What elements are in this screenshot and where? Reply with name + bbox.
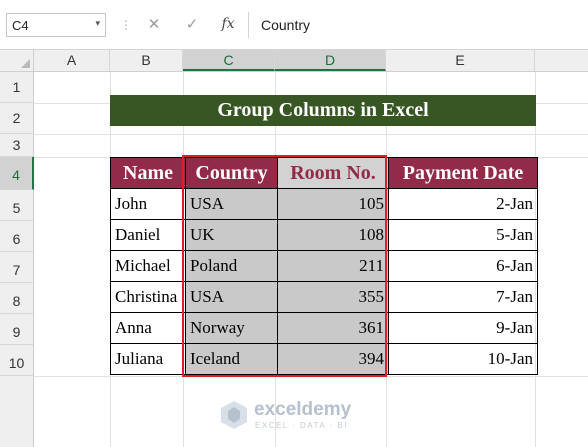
cell-name[interactable]: Daniel [110, 219, 186, 251]
column-header-e[interactable]: E [386, 50, 535, 71]
table-row: Juliana Iceland 394 10-Jan [110, 343, 538, 375]
cell-room-no[interactable]: 211 [277, 250, 389, 282]
cell-room-no[interactable]: 105 [277, 188, 389, 220]
column-header-a[interactable]: A [34, 50, 110, 71]
table-row: John USA 105 2-Jan [110, 188, 538, 220]
exceldemy-logo-icon [221, 401, 247, 429]
cell-payment-date[interactable]: 7-Jan [388, 281, 538, 313]
row-header-8[interactable]: 8 [0, 283, 34, 314]
header-country[interactable]: Country [185, 157, 278, 189]
table-header-row: Name Country Room No. Payment Date [110, 157, 538, 189]
cell-payment-date[interactable]: 9-Jan [388, 312, 538, 344]
row-header-1[interactable]: 1 [0, 72, 34, 103]
cell-country[interactable]: Norway [185, 312, 278, 344]
insert-function-icon[interactable]: fx [219, 16, 237, 32]
cell-payment-date[interactable]: 2-Jan [388, 188, 538, 220]
table-row: Daniel UK 108 5-Jan [110, 219, 538, 251]
cell-name[interactable]: Christina [110, 281, 186, 313]
formula-bar: C4 ▾ ⋮ ✕ ✓ fx Country [0, 0, 588, 50]
watermark: exceldemy EXCEL · DATA · BI [220, 398, 380, 434]
header-name[interactable]: Name [110, 157, 186, 189]
row-header-2[interactable]: 2 [0, 103, 34, 134]
check-icon[interactable]: ✓ [183, 15, 201, 33]
gridline [34, 376, 588, 377]
formula-input[interactable]: Country [252, 12, 588, 38]
column-header-b[interactable]: B [110, 50, 183, 71]
header-payment-date[interactable]: Payment Date [388, 157, 538, 189]
table-row: Anna Norway 361 9-Jan [110, 312, 538, 344]
cell-country[interactable]: USA [185, 281, 278, 313]
row-header-blank [0, 376, 34, 447]
row-header-6[interactable]: 6 [0, 221, 34, 252]
row-header-7[interactable]: 7 [0, 252, 34, 283]
select-all-icon [21, 59, 30, 68]
cell-name[interactable]: John [110, 188, 186, 220]
row-header-5[interactable]: 5 [0, 190, 34, 221]
formula-divider [248, 12, 249, 38]
row-header-4[interactable]: 4 [0, 157, 34, 190]
drag-handle-icon[interactable]: ⋮ [120, 18, 132, 32]
cell-room-no[interactable]: 361 [277, 312, 389, 344]
cell-payment-date[interactable]: 10-Jan [388, 343, 538, 375]
cell-name[interactable]: Anna [110, 312, 186, 344]
name-box[interactable]: C4 ▾ [6, 13, 106, 37]
table-row: Christina USA 355 7-Jan [110, 281, 538, 313]
data-table: Name Country Room No. Payment Date John … [110, 157, 538, 375]
watermark-name: exceldemy [254, 399, 352, 420]
gridline [34, 134, 588, 135]
cell-country[interactable]: USA [185, 188, 278, 220]
cell-payment-date[interactable]: 6-Jan [388, 250, 538, 282]
row-header-10[interactable]: 10 [0, 345, 34, 376]
cell-room-no[interactable]: 108 [277, 219, 389, 251]
row-header-3[interactable]: 3 [0, 134, 34, 157]
cell-name[interactable]: Michael [110, 250, 186, 282]
header-room-no[interactable]: Room No. [277, 157, 389, 189]
watermark-tagline: EXCEL · DATA · BI [255, 421, 348, 430]
cell-country[interactable]: Poland [185, 250, 278, 282]
column-header-d[interactable]: D [275, 50, 386, 71]
cell-room-no[interactable]: 394 [277, 343, 389, 375]
column-header-row: A B C D E [0, 50, 588, 72]
name-box-value: C4 [12, 18, 29, 33]
cell-country[interactable]: UK [185, 219, 278, 251]
chevron-down-icon[interactable]: ▾ [95, 18, 100, 29]
sheet-title[interactable]: Group Columns in Excel [110, 95, 536, 126]
cancel-icon[interactable]: ✕ [145, 15, 163, 33]
column-header-c[interactable]: C [183, 50, 275, 71]
cell-name[interactable]: Juliana [110, 343, 186, 375]
select-all-button[interactable] [0, 50, 34, 71]
cell-country[interactable]: Iceland [185, 343, 278, 375]
cell-payment-date[interactable]: 5-Jan [388, 219, 538, 251]
table-row: Michael Poland 211 6-Jan [110, 250, 538, 282]
cell-room-no[interactable]: 355 [277, 281, 389, 313]
row-header-9[interactable]: 9 [0, 314, 34, 345]
